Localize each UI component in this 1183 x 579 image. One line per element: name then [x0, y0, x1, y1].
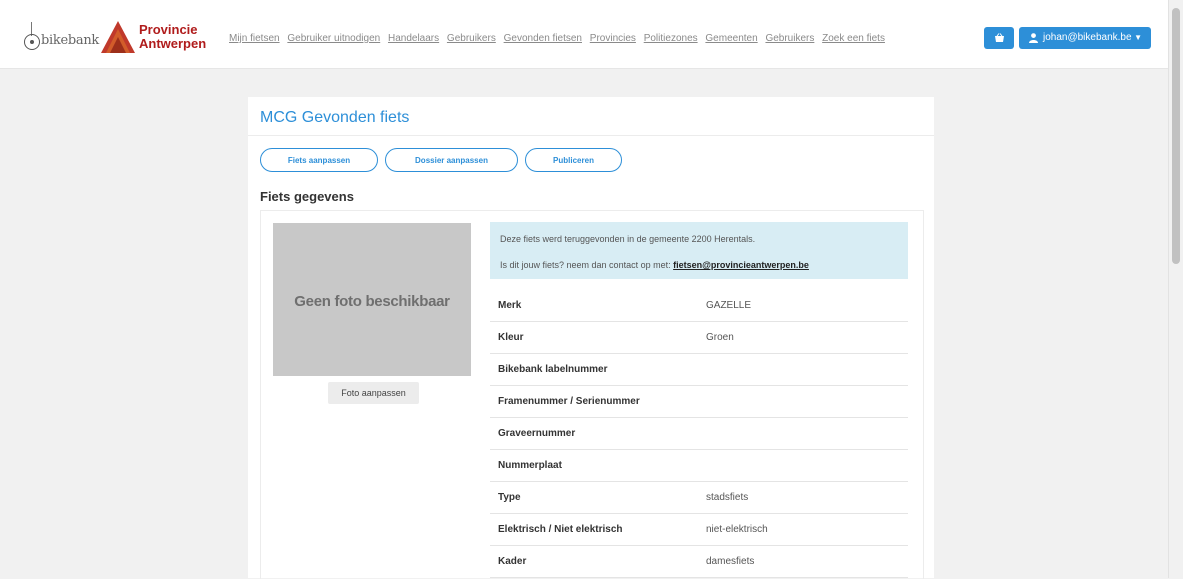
alert-contact-line: Is dit jouw fiets? neem dan contact op m…: [500, 260, 809, 270]
detail-row-kleur: Kleur Groen: [490, 322, 908, 354]
detail-label: Framenummer / Serienummer: [498, 396, 640, 407]
nav-gebruikers-2[interactable]: Gebruikers: [765, 33, 814, 44]
alert-location-text: Deze fiets werd teruggevonden in de geme…: [500, 234, 756, 244]
detail-label: Merk: [498, 300, 522, 311]
province-logo-line2: Antwerpen: [139, 36, 207, 51]
provincie-antwerpen-logo[interactable]: Provincie Antwerpen: [100, 20, 220, 54]
detail-value: stadsfiets: [706, 492, 749, 503]
nav-gemeenten[interactable]: Gemeenten: [705, 33, 757, 44]
edit-bike-button[interactable]: Fiets aanpassen: [260, 148, 378, 172]
nav-mijn-fietsen[interactable]: Mijn fietsen: [229, 33, 280, 44]
detail-value: niet-elektrisch: [706, 524, 768, 535]
province-logo-line1: Provincie: [139, 22, 198, 37]
detail-label: Kader: [498, 556, 527, 567]
nav-handelaars[interactable]: Handelaars: [388, 33, 439, 44]
nav-zoek-een-fiets[interactable]: Zoek een fiets: [822, 33, 885, 44]
main-nav: Mijn fietsen Gebruiker uitnodigen Handel…: [229, 33, 890, 44]
detail-label: Graveernummer: [498, 428, 576, 439]
detail-row-nummerplaat: Nummerplaat: [490, 450, 908, 482]
detail-row-graveernummer: Graveernummer: [490, 418, 908, 450]
bike-wheel-icon: [24, 34, 40, 50]
province-triangle-icon: [101, 21, 135, 53]
page-title: MCG Gevonden fiets: [260, 109, 410, 126]
nav-gebruikers[interactable]: Gebruikers: [447, 33, 496, 44]
publish-button[interactable]: Publiceren: [525, 148, 622, 172]
card-header: MCG Gevonden fiets: [248, 97, 934, 136]
user-icon: [1029, 33, 1038, 43]
detail-label: Nummerplaat: [498, 460, 562, 471]
user-menu-button[interactable]: johan@bikebank.be ▼: [1019, 27, 1151, 49]
nav-politiezones[interactable]: Politiezones: [644, 33, 698, 44]
found-bike-card: MCG Gevonden fiets Fiets aanpassen Dossi…: [248, 97, 934, 579]
bikebank-logo-text: bikebank: [41, 33, 99, 48]
nav-gevonden-fietsen[interactable]: Gevonden fietsen: [504, 33, 582, 44]
top-header: bikebank Provincie Antwerpen Mijn fietse…: [0, 0, 1169, 69]
detail-label: Bikebank labelnummer: [498, 364, 608, 375]
basket-icon: [994, 33, 1004, 42]
detail-row-kader: Kader damesfiets: [490, 546, 908, 578]
edit-dossier-button[interactable]: Dossier aanpassen: [385, 148, 518, 172]
contact-email-link[interactable]: fietsen@provincieantwerpen.be: [673, 260, 809, 270]
scrollbar-thumb[interactable]: [1172, 8, 1180, 264]
nav-provincies[interactable]: Provincies: [590, 33, 636, 44]
detail-value: Groen: [706, 332, 734, 343]
user-email: johan@bikebank.be: [1043, 32, 1132, 43]
edit-photo-button[interactable]: Foto aanpassen: [328, 382, 419, 404]
caret-down-icon: ▼: [1134, 33, 1142, 42]
detail-row-labelnummer: Bikebank labelnummer: [490, 354, 908, 386]
bike-photo-placeholder: Geen foto beschikbaar: [273, 223, 471, 376]
detail-label: Kleur: [498, 332, 524, 343]
detail-label: Type: [498, 492, 521, 503]
found-info-alert: Deze fiets werd teruggevonden in de geme…: [490, 222, 908, 279]
detail-value: damesfiets: [706, 556, 755, 567]
alert-contact-text: Is dit jouw fiets? neem dan contact op m…: [500, 260, 671, 270]
vertical-scrollbar[interactable]: [1168, 0, 1183, 578]
detail-label: Elektrisch / Niet elektrisch: [498, 524, 623, 535]
details-table: Merk GAZELLE Kleur Groen Bikebank labeln…: [490, 290, 908, 578]
detail-row-elektrisch: Elektrisch / Niet elektrisch niet-elektr…: [490, 514, 908, 546]
nav-gebruiker-uitnodigen[interactable]: Gebruiker uitnodigen: [287, 33, 380, 44]
bike-details-panel: Geen foto beschikbaar Foto aanpassen Dez…: [260, 210, 924, 579]
photo-placeholder-text: Geen foto beschikbaar: [294, 293, 450, 310]
section-title: Fiets gegevens: [260, 189, 354, 204]
detail-row-type: Type stadsfiets: [490, 482, 908, 514]
detail-row-framenummer: Framenummer / Serienummer: [490, 386, 908, 418]
detail-row-merk: Merk GAZELLE: [490, 290, 908, 322]
basket-button[interactable]: [984, 27, 1014, 49]
detail-value: GAZELLE: [706, 300, 752, 311]
